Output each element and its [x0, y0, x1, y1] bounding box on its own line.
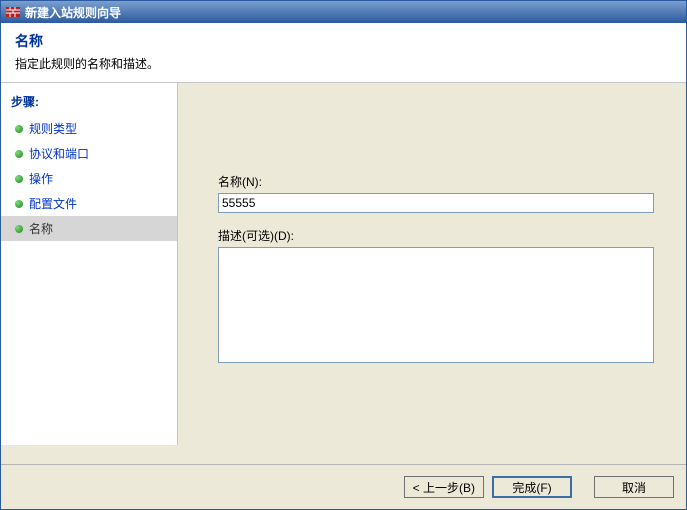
- step-label: 名称: [29, 220, 53, 237]
- page-title: 名称: [15, 31, 672, 51]
- step-label: 规则类型: [29, 120, 77, 137]
- bullet-icon: [15, 175, 23, 183]
- step-profile[interactable]: 配置文件: [1, 191, 177, 216]
- page-subtitle: 指定此规则的名称和描述。: [15, 55, 672, 72]
- cancel-button[interactable]: 取消: [594, 476, 674, 498]
- description-textarea[interactable]: [218, 247, 654, 363]
- bullet-icon: [15, 125, 23, 133]
- bullet-icon: [15, 200, 23, 208]
- step-rule-type[interactable]: 规则类型: [1, 116, 177, 141]
- step-protocol-ports[interactable]: 协议和端口: [1, 141, 177, 166]
- steps-sidebar: 步骤: 规则类型 协议和端口 操作 配置文件 名称: [1, 83, 178, 445]
- finish-button[interactable]: 完成(F): [492, 476, 572, 498]
- description-label: 描述(可选)(D):: [218, 227, 670, 244]
- step-label: 配置文件: [29, 195, 77, 212]
- step-action[interactable]: 操作: [1, 166, 177, 191]
- header-panel: 名称 指定此规则的名称和描述。: [1, 23, 686, 83]
- button-bar: < 上一步(B) 完成(F) 取消: [1, 464, 686, 509]
- step-name[interactable]: 名称: [1, 216, 177, 241]
- step-label: 协议和端口: [29, 145, 89, 162]
- bullet-icon: [15, 225, 23, 233]
- name-label: 名称(N):: [218, 173, 670, 190]
- bullet-icon: [15, 150, 23, 158]
- titlebar: 新建入站规则向导: [1, 1, 686, 23]
- step-label: 操作: [29, 170, 53, 187]
- steps-heading: 步骤:: [1, 91, 177, 116]
- back-button[interactable]: < 上一步(B): [404, 476, 484, 498]
- firewall-icon: [5, 4, 21, 20]
- name-input[interactable]: [218, 193, 654, 213]
- window-title: 新建入站规则向导: [25, 4, 121, 21]
- content-panel: 名称(N): 描述(可选)(D):: [178, 83, 686, 445]
